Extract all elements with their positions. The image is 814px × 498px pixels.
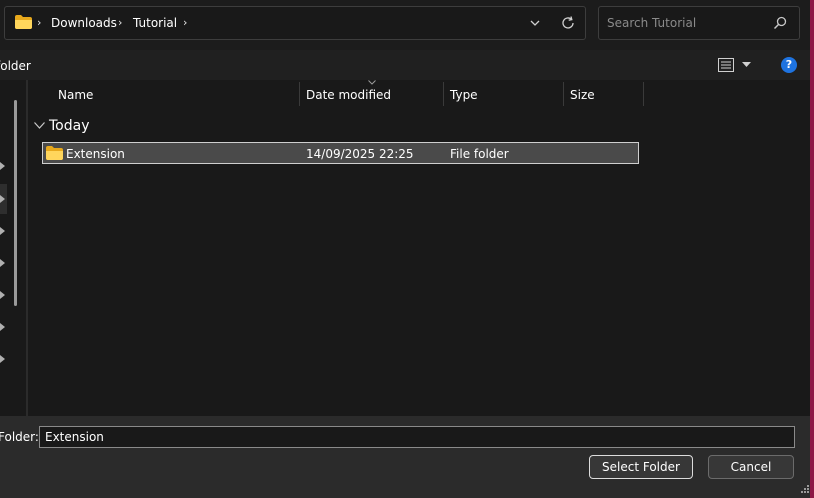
expand-arrow-icon[interactable] bbox=[0, 355, 6, 363]
new-folder-button[interactable]: folder bbox=[0, 59, 31, 73]
breadcrumb-tutorial[interactable]: Tutorial bbox=[133, 16, 177, 30]
column-header-label: Date modified bbox=[306, 88, 392, 102]
refresh-icon[interactable] bbox=[560, 15, 576, 31]
address-bar[interactable]: › Downloads › Tutorial › bbox=[4, 6, 586, 40]
table-row[interactable]: Extension 14/09/2025 22:25 File folder bbox=[42, 142, 639, 164]
group-label: Today bbox=[49, 118, 90, 134]
cancel-button[interactable]: Cancel bbox=[708, 455, 794, 479]
caret-down-icon[interactable] bbox=[742, 62, 751, 68]
breadcrumb-separator-icon[interactable]: › bbox=[37, 16, 41, 29]
top-bar: › Downloads › Tutorial › Search Tutorial bbox=[0, 0, 814, 50]
folder-label: Folder: bbox=[0, 430, 39, 444]
chevron-down-icon[interactable] bbox=[529, 17, 541, 29]
column-header-label: Size bbox=[570, 88, 595, 102]
search-icon[interactable] bbox=[773, 16, 787, 30]
help-icon[interactable]: ? bbox=[781, 57, 797, 73]
file-name: Extension bbox=[66, 147, 125, 161]
folder-icon bbox=[15, 15, 32, 29]
sort-caret-icon bbox=[368, 80, 376, 85]
breadcrumb-separator-icon[interactable]: › bbox=[183, 16, 187, 29]
breadcrumb-separator-icon[interactable]: › bbox=[118, 16, 122, 29]
chevron-down-icon[interactable] bbox=[34, 122, 45, 129]
view-details-icon[interactable] bbox=[718, 58, 734, 72]
column-separator[interactable] bbox=[643, 82, 644, 106]
expand-arrow-icon[interactable] bbox=[0, 291, 6, 299]
file-date-modified: 14/09/2025 22:25 bbox=[306, 147, 414, 161]
file-type: File folder bbox=[450, 147, 509, 161]
column-separator[interactable] bbox=[563, 82, 564, 106]
navigation-pane bbox=[0, 80, 26, 416]
folder-icon bbox=[46, 146, 63, 160]
background-window-edge bbox=[810, 0, 814, 498]
select-folder-button[interactable]: Select Folder bbox=[589, 455, 693, 479]
file-list: Name Date modified Type Size Today Exten… bbox=[28, 80, 810, 416]
column-header-label: Name bbox=[58, 88, 94, 102]
navigation-scrollbar[interactable] bbox=[14, 100, 17, 306]
expand-arrow-icon[interactable] bbox=[0, 259, 6, 267]
folder-name-input[interactable] bbox=[39, 426, 795, 448]
search-input[interactable]: Search Tutorial bbox=[607, 16, 696, 30]
resize-grip-icon[interactable] bbox=[800, 484, 810, 494]
search-box[interactable]: Search Tutorial bbox=[598, 6, 800, 40]
dialog-footer: Folder: Select Folder Cancel bbox=[0, 416, 810, 498]
command-bar: folder ? bbox=[0, 50, 810, 80]
expand-arrow-icon[interactable] bbox=[0, 195, 6, 203]
expand-arrow-icon[interactable] bbox=[0, 323, 6, 331]
column-separator[interactable] bbox=[443, 82, 444, 106]
expand-arrow-icon[interactable] bbox=[0, 162, 6, 170]
breadcrumb-downloads[interactable]: Downloads bbox=[51, 16, 117, 30]
column-header-label: Type bbox=[450, 88, 478, 102]
column-separator[interactable] bbox=[299, 82, 300, 106]
expand-arrow-icon[interactable] bbox=[0, 227, 6, 235]
